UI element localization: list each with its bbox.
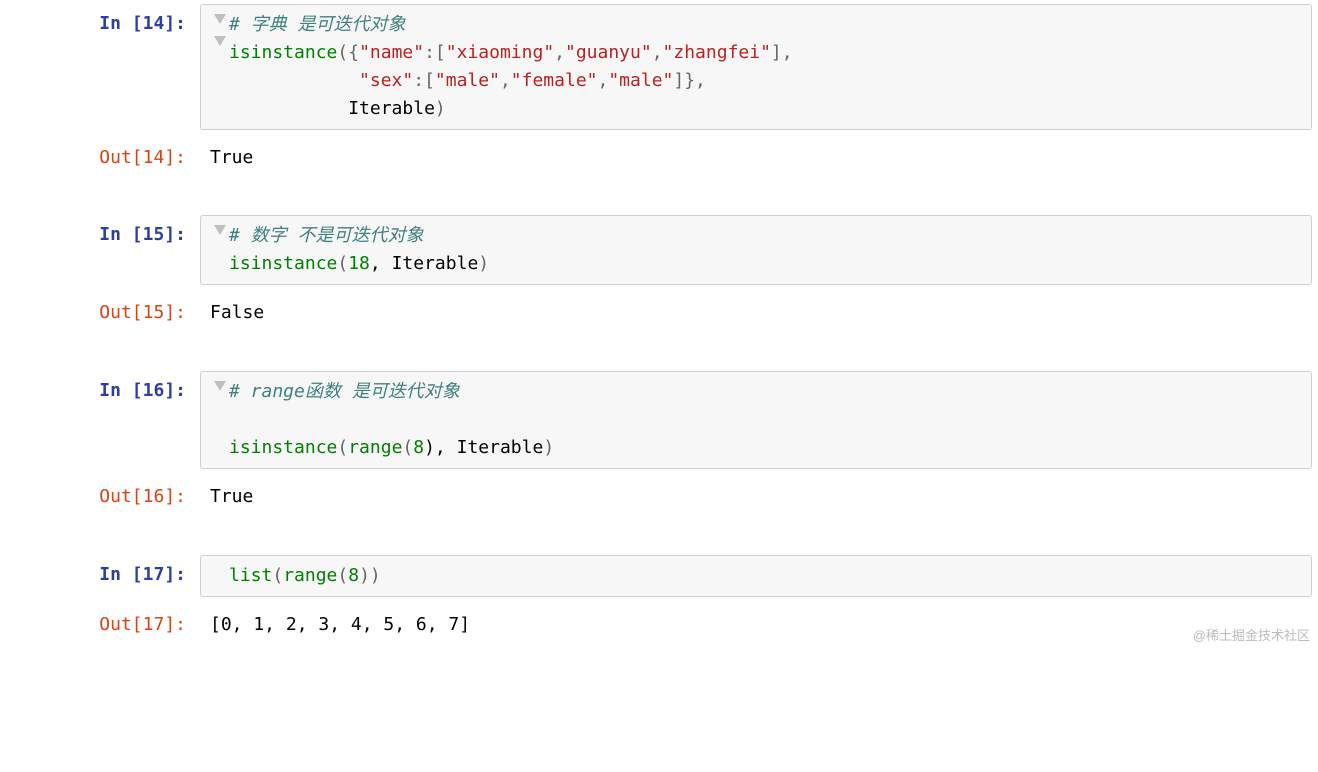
fold-gutter[interactable]	[211, 222, 229, 235]
code-token: "female"	[511, 70, 598, 91]
input-cell: In [15]: # 数字 不是可迭代对象 isinstance(18, Iter…	[0, 211, 1318, 289]
output-cell: Out[17]:[0, 1, 2, 3, 4, 5, 6, 7]	[0, 601, 1318, 649]
code-token: "zhangfei"	[663, 42, 771, 63]
code-token: ,	[500, 70, 511, 91]
code-token: ), Iterable	[424, 437, 543, 458]
fold-arrow-icon[interactable]	[214, 381, 226, 391]
code-text[interactable]: list(range(8))	[229, 562, 1301, 590]
code-token: (	[337, 565, 348, 586]
code-token: range	[283, 565, 337, 586]
cell-gap	[0, 181, 1318, 211]
code-token: :[	[424, 42, 446, 63]
output-prompt: Out[15]:	[0, 293, 200, 326]
code-input-area[interactable]: # 数字 不是可迭代对象 isinstance(18, Iterable)	[200, 215, 1312, 285]
code-text[interactable]: # 数字 不是可迭代对象 isinstance(18, Iterable)	[229, 222, 1301, 278]
output-text: False	[200, 293, 1318, 333]
notebook-container: In [14]:# 字典 是可迭代对象 isinstance({"name":[…	[0, 0, 1318, 648]
input-prompt: In [17]:	[0, 555, 200, 588]
code-token: 18	[348, 253, 370, 274]
code-token: ,	[652, 42, 663, 63]
watermark-label: @稀土掘金技术社区	[1193, 625, 1310, 644]
code-token: # 数字 不是可迭代对象	[229, 225, 424, 246]
output-prompt: Out[16]:	[0, 477, 200, 510]
code-token: )	[478, 253, 489, 274]
input-prompt: In [14]:	[0, 4, 200, 37]
code-token: )	[543, 437, 554, 458]
code-token: ]},	[673, 70, 706, 91]
output-prompt: Out[14]:	[0, 138, 200, 171]
code-input-area[interactable]: list(range(8))	[200, 555, 1312, 597]
output-text: True	[200, 138, 1318, 178]
code-token: "name"	[359, 42, 424, 63]
code-token: ,	[598, 70, 609, 91]
code-text[interactable]: # range函数 是可迭代对象 isinstance(range(8), It…	[229, 378, 1301, 462]
code-token: isinstance	[229, 253, 337, 274]
output-cell: Out[14]:True	[0, 134, 1318, 182]
code-token: ,	[554, 42, 565, 63]
code-token: (	[402, 437, 413, 458]
fold-arrow-icon[interactable]	[214, 36, 226, 46]
code-token: "male"	[608, 70, 673, 91]
input-prompt: In [16]:	[0, 371, 200, 404]
code-token: , Iterable	[370, 253, 478, 274]
code-input-area[interactable]: # range函数 是可迭代对象 isinstance(range(8), It…	[200, 371, 1312, 469]
code-token: ],	[771, 42, 793, 63]
code-token: list	[229, 565, 272, 586]
input-prompt: In [15]:	[0, 215, 200, 248]
input-cell: In [16]:# range函数 是可迭代对象 isinstance(rang…	[0, 367, 1318, 473]
input-cell: In [14]:# 字典 是可迭代对象 isinstance({"name":[…	[0, 0, 1318, 134]
output-cell: Out[16]:True	[0, 473, 1318, 521]
code-token: ({	[337, 42, 359, 63]
output-text: True	[200, 477, 1318, 517]
code-token: (	[337, 253, 348, 274]
code-token: )	[435, 98, 446, 119]
code-token: # 字典 是可迭代对象	[229, 14, 406, 35]
code-token: (	[272, 565, 283, 586]
code-token: "xiaoming"	[446, 42, 554, 63]
cell-gap	[0, 337, 1318, 367]
code-token: Iterable	[229, 98, 435, 119]
fold-gutter[interactable]	[211, 562, 229, 565]
code-text[interactable]: # 字典 是可迭代对象 isinstance({"name":["xiaomin…	[229, 11, 1301, 123]
output-text: [0, 1, 2, 3, 4, 5, 6, 7]	[200, 605, 1318, 645]
code-token: 8	[348, 565, 359, 586]
code-token: # range函数 是可迭代对象	[229, 381, 460, 402]
code-input-area[interactable]: # 字典 是可迭代对象 isinstance({"name":["xiaomin…	[200, 4, 1312, 130]
fold-arrow-icon[interactable]	[214, 14, 226, 24]
code-token: ))	[359, 565, 381, 586]
code-token	[229, 70, 359, 91]
input-cell: In [17]:list(range(8))	[0, 551, 1318, 601]
code-token: (	[337, 437, 348, 458]
code-token: isinstance	[229, 437, 337, 458]
output-prompt: Out[17]:	[0, 605, 200, 638]
fold-gutter[interactable]	[211, 11, 229, 46]
code-token: isinstance	[229, 42, 337, 63]
code-token: 8	[413, 437, 424, 458]
code-token: :[	[413, 70, 435, 91]
cell-gap	[0, 521, 1318, 551]
fold-gutter[interactable]	[211, 378, 229, 391]
code-token: "guanyu"	[565, 42, 652, 63]
code-token: "sex"	[359, 70, 413, 91]
code-token: range	[348, 437, 402, 458]
output-cell: Out[15]:False	[0, 289, 1318, 337]
fold-arrow-icon[interactable]	[214, 225, 226, 235]
code-token: "male"	[435, 70, 500, 91]
